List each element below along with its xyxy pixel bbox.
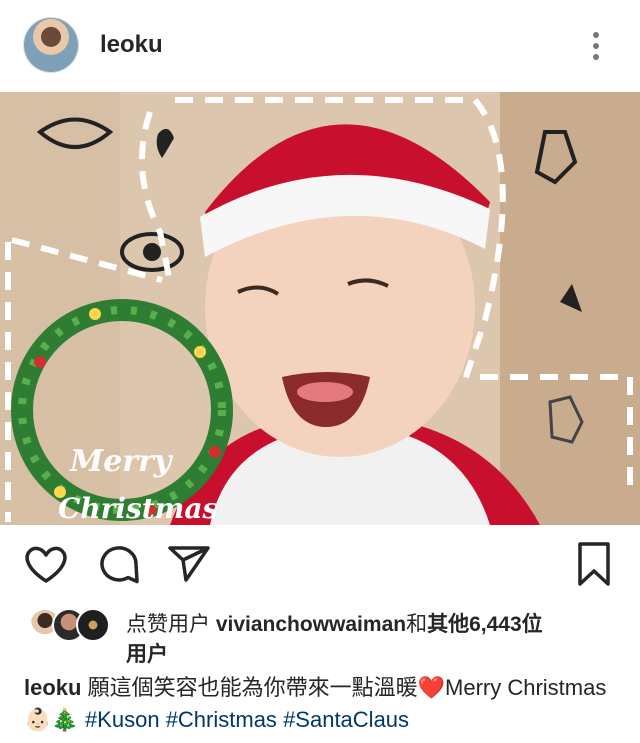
likes-suffix: 用户 [126, 643, 168, 666]
bookmark-icon[interactable] [570, 540, 618, 588]
hashtag-link[interactable]: #SantaClaus [283, 707, 409, 732]
post-header: leoku [0, 0, 640, 92]
caption-text: 願這個笑容也能為你帶來一點溫暖 [87, 675, 418, 700]
caption-username[interactable]: leoku [24, 675, 81, 700]
post-photo[interactable]: Merry Christmas 2020 [0, 92, 640, 525]
other-likers-link[interactable]: 其他6,443位 [427, 613, 543, 636]
more-options-icon[interactable] [588, 28, 604, 64]
comment-bubble-icon[interactable] [96, 540, 144, 588]
baby-emoji-icon: 👶🏻 [24, 707, 52, 732]
top-liker-link[interactable]: vivianchowwaiman [216, 613, 406, 636]
tree-emoji-icon: 🎄 [51, 707, 79, 732]
hashtag-link[interactable]: #Christmas [166, 707, 277, 732]
overlay-merry: Merry [70, 444, 172, 479]
avatar[interactable] [24, 18, 78, 72]
post-caption: leoku 願這個笑容也能為你帶來一點溫暖❤️Merry Christmas 👶… [24, 672, 624, 736]
likes-summary[interactable]: 点赞用户 vivianchowwaiman和其他6,443位 用户 [126, 610, 636, 670]
caption-text-en: Merry Christmas [445, 675, 607, 700]
likes-joiner: 和 [406, 613, 428, 636]
heart-emoji-icon: ❤️ [417, 675, 446, 700]
hashtag-link[interactable]: #Kuson [85, 707, 160, 732]
heart-outline-icon[interactable] [22, 540, 70, 588]
overlay-christmas: Christmas [58, 492, 219, 525]
paper-plane-icon[interactable] [164, 540, 212, 588]
post-actions [0, 540, 640, 596]
liker-avatars[interactable] [28, 608, 118, 642]
post-username[interactable]: leoku [100, 31, 163, 59]
avatar[interactable] [76, 608, 110, 642]
likes-prefix: 点赞用户 [126, 613, 210, 636]
